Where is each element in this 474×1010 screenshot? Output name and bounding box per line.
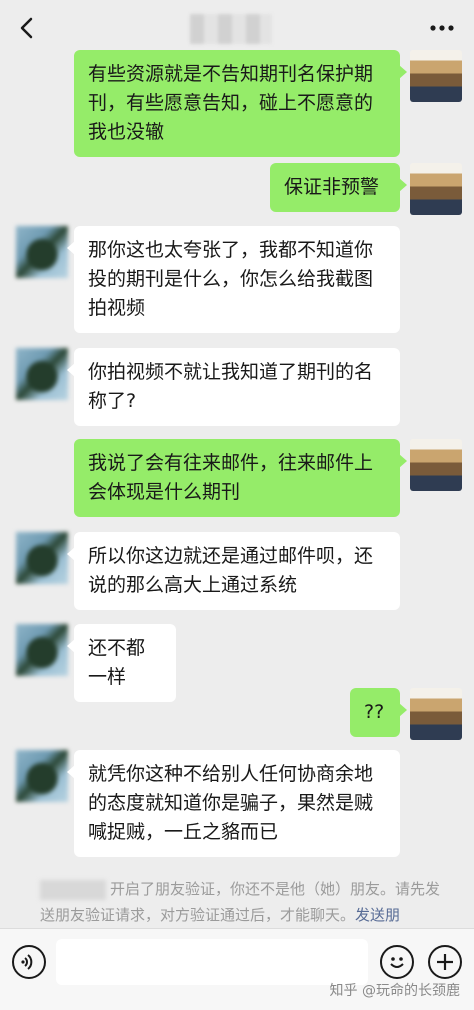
message-text: 保证非预警: [284, 176, 380, 198]
voice-icon[interactable]: [12, 945, 46, 979]
bubble-tail: [399, 65, 407, 79]
avatar[interactable]: [16, 624, 68, 676]
bubble-tail: [399, 703, 407, 717]
message-bubble[interactable]: ??: [350, 688, 407, 737]
message-bubble[interactable]: 你拍视频不就让我知道了期刊的名称了?: [67, 348, 400, 426]
message-row: 我说了会有往来邮件，往来邮件上会体现是什么期刊: [0, 439, 474, 519]
watermark: 知乎 @玩命的长颈鹿: [329, 983, 460, 999]
friend-verification-notice: 开启了朋友验证，你还不是他（她）朋友。请先发送朋友验证请求，对方验证通过后，才能…: [40, 876, 440, 928]
message-text: 那你这也太夸张了，我都不知道你投的期刊是什么，你怎么给我截图拍视频: [88, 239, 374, 319]
more-dots-icon[interactable]: [428, 18, 456, 38]
avatar[interactable]: [410, 163, 462, 215]
avatar[interactable]: [410, 439, 462, 491]
message-row: 就凭你这种不给别人任何协商余地的态度就知道你是骗子，果然是贼喊捉贼，一丘之貉而已: [0, 750, 474, 860]
message-text: 你拍视频不就让我知道了期刊的名称了?: [88, 361, 374, 412]
bubble-tail: [67, 639, 75, 653]
message-text: 还不都一样: [88, 637, 146, 688]
bubble-tail: [67, 765, 75, 779]
emoji-icon[interactable]: [380, 945, 414, 979]
message-bubble[interactable]: 就凭你这种不给别人任何协商余地的态度就知道你是骗子，果然是贼喊捉贼，一丘之貉而已: [67, 750, 400, 857]
bubble-tail: [67, 363, 75, 377]
plus-icon[interactable]: [428, 945, 462, 979]
bubble-tail: [67, 547, 75, 561]
message-text: ??: [364, 701, 385, 723]
avatar[interactable]: [410, 688, 462, 740]
message-bubble[interactable]: 保证非预警: [270, 163, 407, 212]
message-row: ??: [0, 688, 474, 740]
blurred-contact-name: [40, 879, 106, 900]
message-bubble[interactable]: 有些资源就是不告知期刊名保护期刊，有些愿意告知，碰上不愿意的我也没辙: [74, 50, 407, 157]
avatar[interactable]: [410, 50, 462, 102]
message-input[interactable]: [56, 939, 368, 985]
avatar[interactable]: [16, 532, 68, 584]
message-row: 保证非预警: [0, 163, 474, 215]
message-row: 所以你这边就还是通过邮件呗，还说的那么高大上通过系统: [0, 532, 474, 612]
message-row: 那你这也太夸张了，我都不知道你投的期刊是什么，你怎么给我截图拍视频: [0, 226, 474, 336]
chevron-left-icon[interactable]: [14, 14, 42, 42]
bubble-tail: [399, 454, 407, 468]
message-text: 有些资源就是不告知期刊名保护期刊，有些愿意告知，碰上不愿意的我也没辙: [88, 63, 374, 143]
message-bubble[interactable]: 所以你这边就还是通过邮件呗，还说的那么高大上通过系统: [67, 532, 400, 610]
avatar[interactable]: [16, 750, 68, 802]
message-text: 就凭你这种不给别人任何协商余地的态度就知道你是骗子，果然是贼喊捉贼，一丘之貉而已: [88, 763, 374, 843]
send-verification-link[interactable]: 发送朋: [355, 906, 400, 924]
message-bubble[interactable]: 那你这也太夸张了，我都不知道你投的期刊是什么，你怎么给我截图拍视频: [67, 226, 400, 333]
message-text: 所以你这边就还是通过邮件呗，还说的那么高大上通过系统: [88, 545, 374, 596]
message-bubble[interactable]: 我说了会有往来邮件，往来邮件上会体现是什么期刊: [74, 439, 407, 517]
avatar[interactable]: [16, 348, 68, 400]
message-row: 有些资源就是不告知期刊名保护期刊，有些愿意告知，碰上不愿意的我也没辙: [0, 50, 474, 157]
message-row: 还不都一样: [0, 624, 474, 702]
bubble-tail: [399, 178, 407, 192]
chat-title: [190, 14, 272, 44]
bubble-tail: [67, 241, 75, 255]
avatar[interactable]: [16, 226, 68, 278]
message-row: 你拍视频不就让我知道了期刊的名称了?: [0, 348, 474, 428]
message-text: 我说了会有往来邮件，往来邮件上会体现是什么期刊: [88, 452, 374, 503]
